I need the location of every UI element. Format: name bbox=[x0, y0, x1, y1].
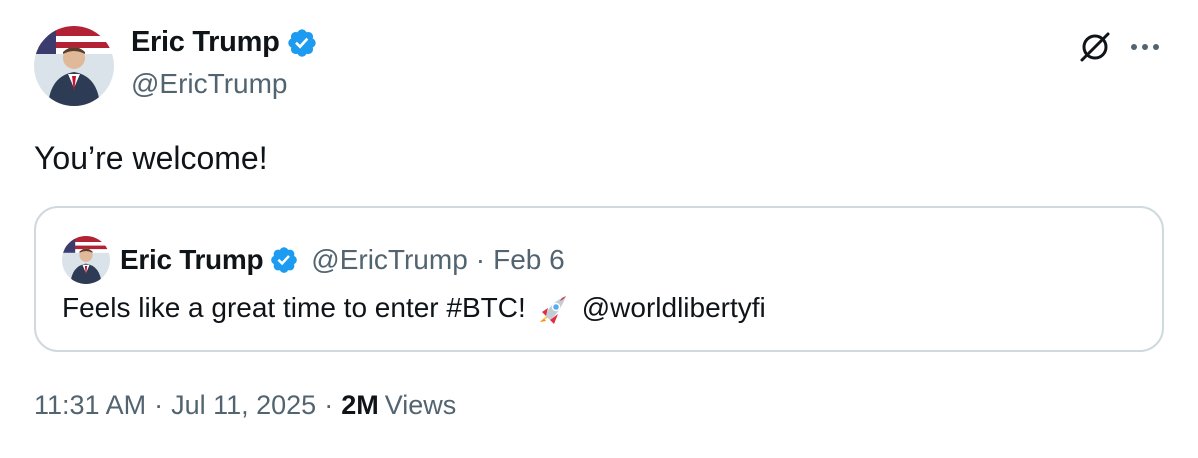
quoted-author-name[interactable]: Eric Trump bbox=[120, 244, 264, 276]
verified-badge-icon bbox=[286, 27, 318, 59]
author-name[interactable]: Eric Trump bbox=[131, 26, 280, 59]
rocket-icon bbox=[536, 290, 572, 326]
tweet-time[interactable]: 11:31 AM bbox=[34, 390, 146, 421]
tweet-date[interactable]: Jul 11, 2025 bbox=[171, 390, 316, 421]
quoted-author-handle[interactable]: @EricTrump bbox=[311, 244, 468, 276]
quoted-tweet[interactable]: Eric Trump @EricTrump · Feb 6 Feels like… bbox=[34, 206, 1164, 352]
quoted-tweet-text: Feels like a great time to enter #BTC! @… bbox=[62, 290, 766, 326]
author-name-row: Eric Trump bbox=[131, 26, 318, 59]
mention-link[interactable]: @worldlibertyfi bbox=[582, 292, 766, 324]
tweet-metadata: 11:31 AM · Jul 11, 2025 · 2M Views bbox=[34, 390, 456, 421]
author-handle[interactable]: @EricTrump bbox=[131, 68, 288, 100]
verified-badge-icon bbox=[269, 245, 299, 275]
separator: · bbox=[324, 390, 334, 420]
separator: · bbox=[475, 244, 486, 275]
more-options-icon[interactable] bbox=[1130, 43, 1160, 51]
views-count[interactable]: 2M bbox=[341, 390, 379, 421]
grok-icon[interactable] bbox=[1078, 30, 1112, 64]
separator: · bbox=[154, 390, 164, 420]
tweet-actions-top bbox=[1078, 30, 1160, 64]
tweet-text: You’re welcome! bbox=[34, 140, 268, 176]
views-label[interactable]: Views bbox=[385, 390, 457, 421]
quoted-tweet-body: Feels like a great time to enter #BTC! bbox=[62, 292, 526, 323]
quoted-tweet-header: Eric Trump @EricTrump · Feb 6 bbox=[62, 236, 565, 284]
quoted-tweet-date[interactable]: Feb 6 bbox=[493, 244, 565, 276]
author-avatar[interactable] bbox=[34, 26, 114, 106]
quoted-author-avatar[interactable] bbox=[62, 236, 110, 284]
